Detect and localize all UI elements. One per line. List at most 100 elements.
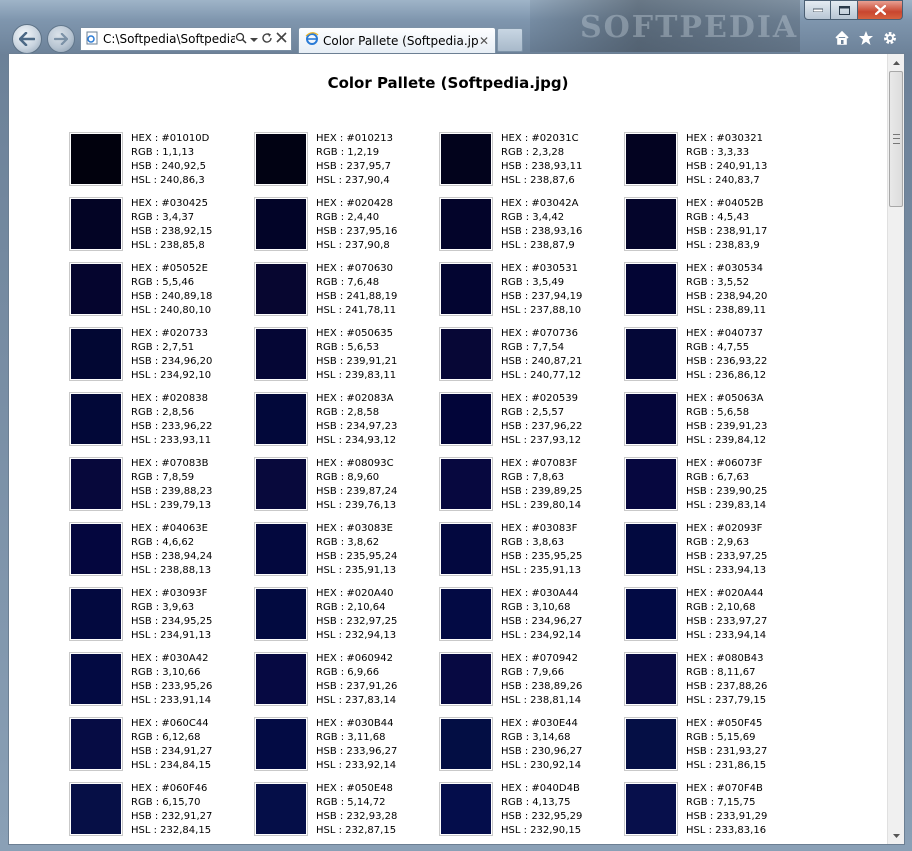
hsb-value: HSB : 237,95,16 (316, 226, 398, 237)
rgb-value: RGB : 5,15,69 (686, 732, 756, 743)
dropdown-arrow-icon[interactable] (250, 32, 258, 46)
settings-gear-icon[interactable] (882, 30, 898, 50)
color-swatch (69, 782, 123, 836)
color-values: HEX : #03093F RGB : 3,9,63 HSB : 234,95,25… (131, 587, 212, 643)
color-entry: HEX : #030531 RGB : 3,5,49 HSB : 237,94,19… (439, 262, 619, 322)
back-button[interactable] (12, 24, 42, 54)
color-entry: HEX : #080B43 RGB : 8,11,67 HSB : 237,88,2… (624, 652, 804, 712)
close-button[interactable] (858, 0, 903, 20)
hex-value: HEX : #020428 (316, 198, 393, 209)
hsl-value: HSL : 233,91,14 (131, 695, 212, 706)
rgb-value: RGB : 7,9,66 (501, 667, 565, 678)
color-values: HEX : #07083F RGB : 7,8,63 HSB : 239,89,25… (501, 457, 582, 513)
color-swatch (439, 132, 493, 186)
hsb-value: HSB : 240,87,21 (501, 356, 583, 367)
stop-icon[interactable] (276, 32, 287, 46)
color-swatch (69, 652, 123, 706)
maximize-button[interactable] (831, 0, 858, 20)
color-swatch (439, 457, 493, 511)
hsb-value: HSB : 239,88,23 (131, 486, 213, 497)
refresh-icon[interactable] (261, 32, 273, 47)
forward-button[interactable] (47, 25, 75, 53)
address-bar[interactable]: C:\Softpedia\Softpedia (80, 27, 292, 51)
home-icon[interactable] (834, 30, 850, 50)
hsb-value: HSB : 237,95,7 (316, 161, 391, 172)
hsb-value: HSB : 238,91,17 (686, 226, 768, 237)
hex-value: HEX : #030A42 (131, 653, 209, 664)
scroll-thumb[interactable] (889, 71, 903, 207)
color-swatch (624, 717, 678, 771)
color-swatch (624, 132, 678, 186)
hex-value: HEX : #02083A (316, 393, 394, 404)
color-swatch-fill (441, 134, 491, 184)
color-values: HEX : #060F46 RGB : 6,15,70 HSB : 232,91,2… (131, 782, 212, 838)
color-entry: HEX : #050635 RGB : 5,6,53 HSB : 239,91,21… (254, 327, 434, 387)
hsl-value: HSL : 240,80,10 (131, 305, 212, 316)
hex-value: HEX : #04063E (131, 523, 208, 534)
color-entry: HEX : #03083E RGB : 3,8,62 HSB : 235,95,24… (254, 522, 434, 582)
rgb-value: RGB : 3,5,49 (501, 277, 565, 288)
hsb-value: HSB : 238,89,26 (501, 681, 583, 692)
hsb-value: HSB : 239,91,21 (316, 356, 398, 367)
browser-window: SOFTPEDIA C:\Softpedia\Softpedia Color P… (0, 0, 912, 851)
hsl-value: HSL : 234,92,14 (501, 630, 582, 641)
rgb-value: RGB : 4,6,62 (131, 537, 195, 548)
favorites-star-icon[interactable] (858, 30, 874, 50)
hsl-value: HSL : 234,84,15 (131, 760, 212, 771)
color-values: HEX : #06073F RGB : 6,7,63 HSB : 239,90,25… (686, 457, 767, 513)
color-values: HEX : #02083A RGB : 2,8,58 HSB : 234,97,23… (316, 392, 397, 448)
color-values: HEX : #010213 RGB : 1,2,19 HSB : 237,95,7 H… (316, 132, 393, 188)
color-swatch-fill (256, 719, 306, 769)
address-text[interactable]: C:\Softpedia\Softpedia (103, 32, 235, 46)
color-swatch-fill (441, 264, 491, 314)
rgb-value: RGB : 2,7,51 (131, 342, 195, 353)
vertical-scrollbar[interactable] (887, 54, 904, 844)
new-tab-button[interactable] (497, 28, 523, 52)
search-icon[interactable] (235, 32, 247, 47)
tab-close-icon[interactable]: ✕ (479, 34, 489, 48)
hsb-value: HSB : 232,97,25 (316, 616, 398, 627)
hsl-value: HSL : 239,80,14 (501, 500, 582, 511)
hsl-value: HSL : 232,90,15 (501, 825, 582, 836)
color-swatch (624, 392, 678, 446)
color-entry: HEX : #02083A RGB : 2,8,58 HSB : 234,97,23… (254, 392, 434, 452)
color-swatch-fill (71, 784, 121, 834)
scroll-up-button[interactable] (888, 54, 904, 71)
color-entry: HEX : #040737 RGB : 4,7,55 HSB : 236,93,22… (624, 327, 804, 387)
color-swatch (624, 522, 678, 576)
minimize-button[interactable] (804, 0, 831, 20)
color-entry: HEX : #010213 RGB : 1,2,19 HSB : 237,95,7 H… (254, 132, 434, 192)
color-values: HEX : #020428 RGB : 2,4,40 HSB : 237,95,16… (316, 197, 397, 253)
color-values: HEX : #04052B RGB : 4,5,43 HSB : 238,91,17… (686, 197, 767, 253)
maximize-icon (838, 5, 850, 15)
rgb-value: RGB : 7,7,54 (501, 342, 565, 353)
hsb-value: HSB : 239,89,25 (501, 486, 583, 497)
rgb-value: RGB : 3,5,52 (686, 277, 750, 288)
hsb-value: HSB : 241,88,19 (316, 291, 398, 302)
hsl-value: HSL : 237,79,15 (686, 695, 767, 706)
color-swatch-fill (71, 589, 121, 639)
hsb-value: HSB : 234,97,23 (316, 421, 398, 432)
hsl-value: HSL : 233,92,14 (316, 760, 397, 771)
color-values: HEX : #040D4B RGB : 4,13,75 HSB : 232,95,2… (501, 782, 582, 838)
color-entry: HEX : #020A40 RGB : 2,10,64 HSB : 232,97,2… (254, 587, 434, 647)
color-swatch (69, 392, 123, 446)
color-swatch (624, 652, 678, 706)
hex-value: HEX : #060F46 (131, 783, 208, 794)
color-swatch-fill (71, 654, 121, 704)
color-values: HEX : #020A44 RGB : 2,10,68 HSB : 233,97,2… (686, 587, 767, 643)
hex-value: HEX : #070736 (501, 328, 578, 339)
color-swatch-fill (256, 459, 306, 509)
color-entry: HEX : #020A44 RGB : 2,10,68 HSB : 233,97,2… (624, 587, 804, 647)
color-entry: HEX : #03042A RGB : 3,4,42 HSB : 238,93,16… (439, 197, 619, 257)
color-swatch (624, 587, 678, 641)
color-values: HEX : #060942 RGB : 6,9,66 HSB : 237,91,26… (316, 652, 397, 708)
hsb-value: HSB : 237,88,26 (686, 681, 768, 692)
color-swatch-fill (256, 199, 306, 249)
color-values: HEX : #030534 RGB : 3,5,52 HSB : 238,94,20… (686, 262, 767, 318)
scroll-down-button[interactable] (888, 827, 904, 844)
rgb-value: RGB : 1,2,19 (316, 147, 380, 158)
color-swatch (69, 132, 123, 186)
color-values: HEX : #050635 RGB : 5,6,53 HSB : 239,91,21… (316, 327, 397, 383)
tab-color-pallete[interactable]: Color Pallete (Softpedia.jpg) ✕ (298, 27, 496, 53)
